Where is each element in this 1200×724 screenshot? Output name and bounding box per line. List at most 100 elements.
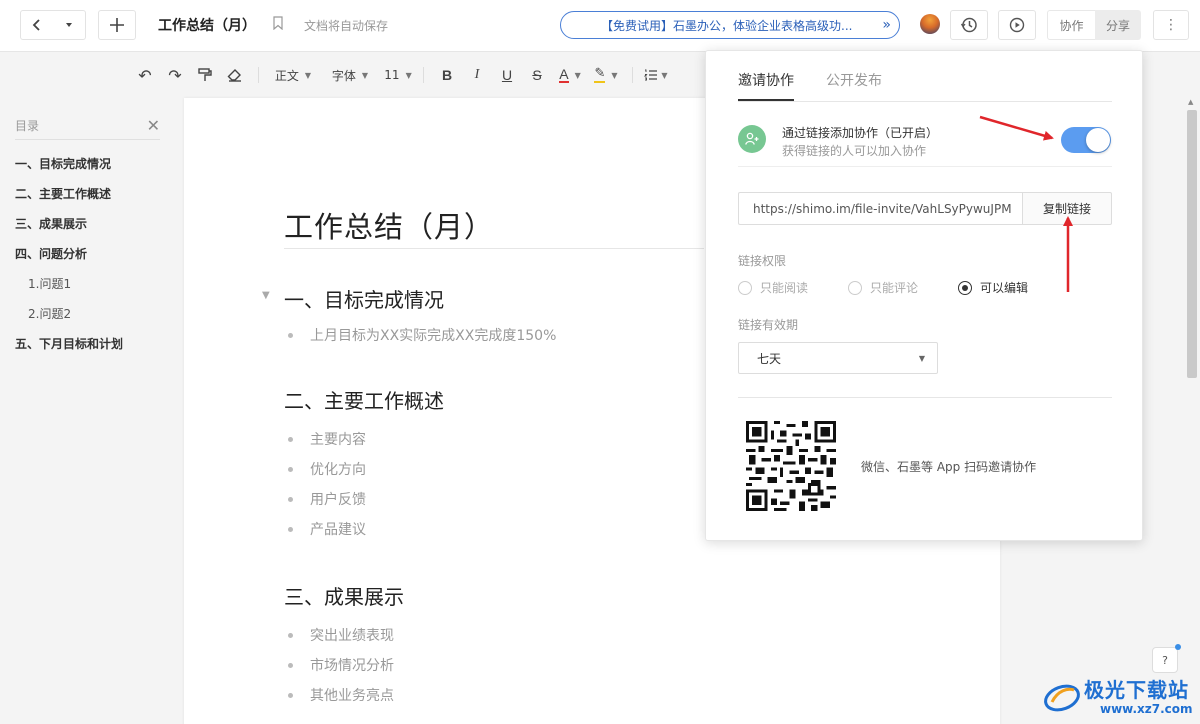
collapse-caret-icon[interactable]: ▼ [262,290,270,301]
outline-item[interactable]: 一、目标完成情况 [15,148,160,178]
highlighter-icon: ✎ [594,66,606,83]
radio-can-edit[interactable]: 可以编辑 [958,279,1028,296]
site-watermark: 极光下载站 www.xz7.com [1040,672,1198,720]
outline-item[interactable]: 四、问题分析 [15,238,160,268]
collaborate-tab[interactable]: 协作 [1047,10,1095,40]
scrollbar-thumb[interactable] [1187,110,1197,378]
list-item-text: 产品建议 [310,522,366,538]
bullet-icon [288,436,293,442]
scroll-up-arrow-icon[interactable]: ▲ [1188,98,1193,106]
ordered-list-button[interactable]: ▼ [641,62,671,88]
toolbar-divider [258,67,259,83]
bullet-icon [288,632,293,638]
list-item[interactable]: 优化方向 [288,459,366,479]
underline-button[interactable]: U [492,62,522,88]
more-menu-button[interactable]: ⋮ [1153,10,1189,40]
list-item[interactable]: 其他业务亮点 [288,685,394,705]
list-item-text: 突出业绩表现 [310,628,394,644]
notification-dot [1175,644,1181,650]
copy-link-button[interactable]: 复制链接 [1022,192,1112,225]
clear-format-button[interactable] [220,62,250,88]
tab-invite-collaborate[interactable]: 邀请协作 [738,70,794,90]
outline-list: 一、目标完成情况 二、主要工作概述 三、成果展示 四、问题分析 1.问题1 2.… [15,148,160,358]
new-document-button[interactable] [98,10,136,40]
text-color-button[interactable]: A ▼ [552,62,588,88]
permission-label: 链接权限 [738,254,787,268]
close-icon[interactable]: ✕ [147,116,160,135]
bookmark-icon[interactable] [273,16,283,34]
font-family-dropdown[interactable]: 字体 ▼ [319,62,381,88]
validity-value: 七天 [757,351,782,366]
radio-label: 只能阅读 [760,281,809,295]
highlight-color-button[interactable]: ✎ ▼ [588,62,624,88]
undo-button[interactable]: ↶ [130,62,160,88]
link-share-title: 通过链接添加协作（已开启） [782,126,939,140]
back-button[interactable] [21,11,53,39]
radio-label: 只能评论 [870,281,919,295]
vertical-scrollbar[interactable]: ▲ [1184,96,1200,724]
italic-button[interactable]: I [462,62,492,88]
radio-read-only[interactable]: 只能阅读 [738,279,808,296]
validity-select[interactable]: 七天 ▼ [738,342,938,374]
avatar[interactable] [920,14,940,34]
section-heading[interactable]: 一、目标完成情况 [284,284,444,313]
history-button[interactable] [950,10,988,40]
list-item[interactable]: 市场情况分析 [288,655,394,675]
section-heading[interactable]: 二、主要工作概述 [284,385,444,414]
toolbar-divider [423,67,424,83]
format-painter-icon [198,68,212,81]
font-size-dropdown[interactable]: 11 ▼ [381,62,415,88]
outline-header: 目录 ✕ [15,112,160,140]
redo-button[interactable]: ↷ [160,62,190,88]
strikethrough-button[interactable]: S [522,62,552,88]
caret-down-icon [66,23,72,27]
share-tab[interactable]: 分享 [1095,10,1141,40]
bullet-icon [288,692,293,698]
list-item[interactable]: 上月目标为XX实际完成XX完成度150% [288,325,556,345]
caret-down-icon: ▼ [918,354,925,363]
toggle-knob [1086,128,1110,152]
list-item[interactable]: 产品建议 [288,519,366,539]
format-painter-button[interactable] [190,62,220,88]
link-share-toggle[interactable] [1061,127,1111,153]
paragraph-style-dropdown[interactable]: 正文 ▼ [267,62,319,88]
outline-item[interactable]: 2.问题2 [15,298,160,328]
outline-item[interactable]: 三、成果展示 [15,208,160,238]
outline-item[interactable]: 五、下月目标和计划 [15,328,160,358]
list-item-text: 用户反馈 [310,492,366,508]
play-circle-icon [1009,17,1025,33]
bold-button[interactable]: B [432,62,462,88]
watermark-logo-icon [1044,684,1080,712]
undo-icon: ↶ [138,65,152,85]
list-item[interactable]: 用户反馈 [288,489,366,509]
help-icon: ? [1162,653,1168,667]
present-button[interactable] [998,10,1036,40]
toolbar-divider [632,67,633,83]
bullet-icon [288,496,293,502]
bullet-icon [288,332,293,338]
outline-item[interactable]: 二、主要工作概述 [15,178,160,208]
divider [738,166,1112,167]
promo-banner[interactable]: 【免费试用】石墨办公，体验企业表格高级功... » [560,11,900,39]
underline-icon: U [501,67,513,83]
section-heading[interactable]: 三、成果展示 [284,581,404,610]
font-size-label: 11 [384,68,400,82]
radio-circle [738,280,752,295]
invite-url-field[interactable]: https://shimo.im/file-invite/VahLSyPywuJ… [738,192,1023,225]
list-item-text: 上月目标为XX实际完成XX完成度150% [310,328,557,344]
plus-icon [110,18,124,32]
list-item[interactable]: 主要内容 [288,429,366,449]
help-button[interactable]: ? [1152,647,1178,673]
history-dropdown-button[interactable] [53,11,85,39]
redo-icon: ↷ [168,65,182,85]
radio-circle [958,280,973,295]
document-title[interactable]: 工作总结（月） [158,15,256,35]
autosave-status: 文档将自动保存 [304,19,389,33]
watermark-url: www.xz7.com [1100,702,1193,716]
outline-item[interactable]: 1.问题1 [15,268,160,298]
page-title[interactable]: 工作总结（月） [284,204,494,246]
tab-public-publish[interactable]: 公开发布 [826,70,882,90]
radio-comment-only[interactable]: 只能评论 [848,279,918,296]
bullet-icon [288,526,293,532]
list-item[interactable]: 突出业绩表现 [288,625,394,645]
